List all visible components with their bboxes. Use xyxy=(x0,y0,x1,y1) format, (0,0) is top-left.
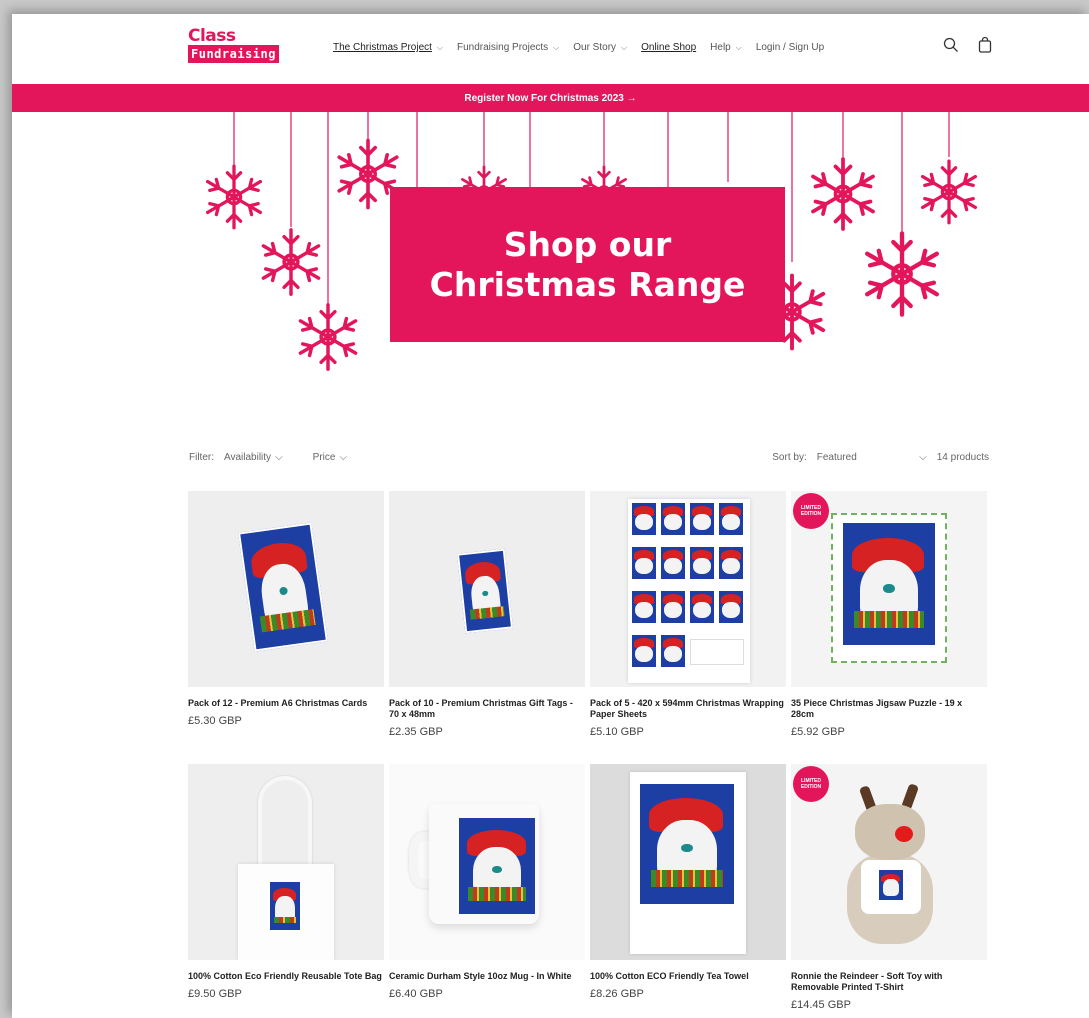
chevron-down-icon: ⌵ xyxy=(621,42,628,52)
hero-headline-line2: Christmas Range xyxy=(429,264,746,304)
product-card[interactable]: LIMITED EDITION 35 Piece Christmas Jigsa… xyxy=(791,491,987,738)
limited-edition-badge: LIMITED EDITION xyxy=(793,493,829,529)
filter-bar: Filter: Availability ⌵ Price ⌵ Sort by: … xyxy=(189,452,989,468)
main-nav: The Christmas Project ⌵ Fundraising Proj… xyxy=(333,42,824,53)
product-title: Pack of 12 - Premium A6 Christmas Cards xyxy=(188,698,368,708)
product-card[interactable]: 100% Cotton Eco Friendly Reusable Tote B… xyxy=(188,764,384,1000)
nav-label: Our Story xyxy=(573,42,617,53)
product-title: Pack of 5 - 420 x 594mm Christmas Wrappi… xyxy=(590,698,784,719)
limited-edition-badge: LIMITED EDITION xyxy=(793,766,829,802)
product-image xyxy=(389,491,585,687)
product-card[interactable]: 100% Cotton ECO Friendly Tea Towel £8.26… xyxy=(590,764,786,1000)
hero-headline-line1: Shop our xyxy=(503,224,672,264)
product-title: 100% Cotton Eco Friendly Reusable Tote B… xyxy=(188,971,382,981)
logo-word-fundraising: Fundraising xyxy=(188,45,279,63)
product-title: 35 Piece Christmas Jigsaw Puzzle - 19 x … xyxy=(791,698,963,719)
announcement-bar[interactable]: Register Now For Christmas 2023 → xyxy=(12,84,1089,112)
product-title: Ronnie the Reindeer - Soft Toy with Remo… xyxy=(791,971,943,992)
logo-word-class: Class xyxy=(188,26,236,46)
product-count: 14 products xyxy=(936,452,989,463)
product-price: £9.50 GBP xyxy=(188,988,242,1000)
hero-headline-box: Shop our Christmas Range xyxy=(390,187,785,342)
nav-login-signup[interactable]: Login / Sign Up xyxy=(756,42,824,53)
product-image: LIMITED EDITION xyxy=(791,764,987,960)
nav-label: The Christmas Project xyxy=(333,42,432,53)
chevron-down-icon: ⌵ xyxy=(919,452,927,463)
product-price: £5.92 GBP xyxy=(791,726,845,738)
product-price: £6.40 GBP xyxy=(389,988,443,1000)
product-image xyxy=(188,764,384,960)
product-image xyxy=(590,764,786,960)
chevron-down-icon: ⌵ xyxy=(436,42,443,52)
nav-label: Help xyxy=(710,42,731,53)
filter-availability[interactable]: Availability ⌵ xyxy=(224,452,283,463)
product-image xyxy=(389,764,585,960)
nav-help[interactable]: Help ⌵ xyxy=(710,42,742,53)
product-card[interactable]: Pack of 10 - Premium Christmas Gift Tags… xyxy=(389,491,585,738)
nav-online-shop[interactable]: Online Shop xyxy=(641,42,696,53)
product-title: 100% Cotton ECO Friendly Tea Towel xyxy=(590,971,749,981)
product-image: LIMITED EDITION xyxy=(791,491,987,687)
product-title: Ceramic Durham Style 10oz Mug - In White xyxy=(389,971,572,981)
nav-our-story[interactable]: Our Story ⌵ xyxy=(573,42,627,53)
chevron-down-icon: ⌵ xyxy=(553,42,560,52)
product-price: £5.30 GBP xyxy=(188,715,242,727)
product-card[interactable]: Pack of 12 - Premium A6 Christmas Cards … xyxy=(188,491,384,727)
browser-page: Class Fundraising The Christmas Project … xyxy=(12,14,1089,1018)
product-title: Pack of 10 - Premium Christmas Gift Tags… xyxy=(389,698,573,719)
product-card[interactable]: Pack of 5 - 420 x 594mm Christmas Wrappi… xyxy=(590,491,786,738)
site-header: Class Fundraising The Christmas Project … xyxy=(12,14,1089,84)
filter-label: Filter: xyxy=(189,452,214,463)
sort-group: Sort by: Featured ⌵ 14 products xyxy=(772,452,989,463)
product-price: £14.45 GBP xyxy=(791,999,851,1011)
cart-icon[interactable] xyxy=(976,36,994,54)
filter-group: Filter: Availability ⌵ Price ⌵ xyxy=(189,452,347,463)
search-icon[interactable] xyxy=(942,36,960,54)
product-card[interactable]: Ceramic Durham Style 10oz Mug - In White… xyxy=(389,764,585,1000)
filter-price[interactable]: Price ⌵ xyxy=(313,452,347,463)
announcement-text: Register Now For Christmas 2023 → xyxy=(464,92,637,104)
product-price: £8.26 GBP xyxy=(590,988,644,1000)
product-image xyxy=(590,491,786,687)
nav-label: Online Shop xyxy=(641,42,697,53)
nav-label: Login / Sign Up xyxy=(755,42,825,53)
site-logo[interactable]: Class Fundraising xyxy=(188,26,308,66)
filter-availability-label: Availability xyxy=(224,452,272,463)
nav-the-christmas-project[interactable]: The Christmas Project ⌵ xyxy=(333,42,443,53)
product-price: £5.10 GBP xyxy=(590,726,644,738)
sort-select[interactable]: Featured ⌵ xyxy=(817,452,927,463)
product-price: £2.35 GBP xyxy=(389,726,443,738)
header-icons xyxy=(942,36,994,54)
product-card[interactable]: LIMITED EDITION Ronnie the Reindeer - So… xyxy=(791,764,987,1011)
hero-banner: Shop our Christmas Range xyxy=(12,112,1089,392)
chevron-down-icon: ⌵ xyxy=(275,452,283,463)
sort-value: Featured xyxy=(816,452,857,463)
sort-label: Sort by: xyxy=(772,452,807,463)
filter-price-label: Price xyxy=(312,452,336,463)
nav-label: Fundraising Projects xyxy=(457,42,549,53)
chevron-down-icon: ⌵ xyxy=(339,452,348,463)
product-image xyxy=(188,491,384,687)
nav-fundraising-projects[interactable]: Fundraising Projects ⌵ xyxy=(457,42,559,53)
chevron-down-icon: ⌵ xyxy=(735,42,742,52)
